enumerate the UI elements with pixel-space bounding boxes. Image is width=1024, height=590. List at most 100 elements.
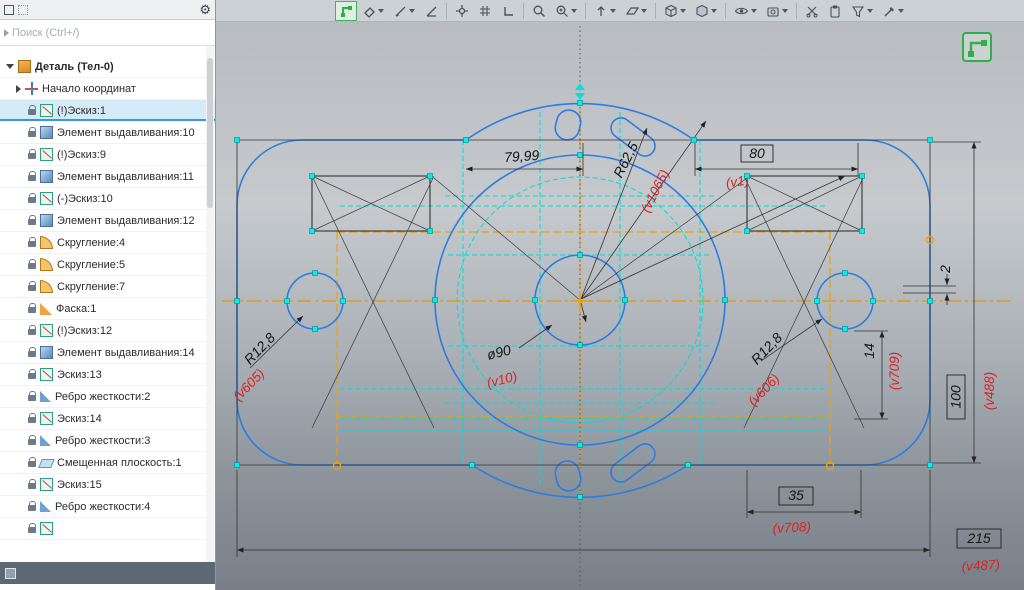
expand-icon[interactable] bbox=[16, 84, 21, 93]
tree-item-sketch10[interactable]: (-)Эскиз:10 bbox=[0, 188, 215, 210]
selection-handles[interactable] bbox=[234, 100, 933, 500]
chevron-right-icon[interactable] bbox=[4, 28, 9, 37]
zoom-button[interactable] bbox=[528, 1, 550, 21]
clipboard-button[interactable] bbox=[824, 1, 846, 21]
dim-2[interactable]: 2 bbox=[937, 265, 953, 274]
panel-layout-icon[interactable] bbox=[18, 4, 28, 15]
tree-item-part[interactable]: Деталь (Тел-0) bbox=[0, 56, 215, 78]
tree-item-extrude10[interactable]: Элемент выдавливания:10 bbox=[0, 122, 215, 144]
tree-item-sketch9[interactable]: (!)Эскиз:9 bbox=[0, 144, 215, 166]
dropdown-arrow-icon[interactable] bbox=[610, 8, 616, 13]
dim-dia90[interactable]: ø90 bbox=[485, 341, 512, 362]
zoom-area-button[interactable] bbox=[551, 1, 581, 21]
tree-item-sketch13[interactable]: Эскиз:13 bbox=[0, 364, 215, 386]
sketch-mode-indicator[interactable] bbox=[962, 32, 992, 62]
rib-icon bbox=[40, 391, 51, 402]
tree-item-fillet5[interactable]: Скругление:5 bbox=[0, 254, 215, 276]
filter-button[interactable] bbox=[847, 1, 877, 21]
top-handle-icon[interactable] bbox=[575, 83, 585, 100]
graphics-viewport[interactable]: 79,99 80 R62,5 R12,8 ø90 R12,8 2 14 100 … bbox=[216, 0, 1024, 590]
toolbar-separator bbox=[446, 2, 447, 19]
dropdown-arrow-icon[interactable] bbox=[751, 8, 757, 13]
toolbar-separator bbox=[523, 2, 524, 19]
sketch-icon bbox=[40, 192, 53, 205]
var-v605[interactable]: (v605) bbox=[230, 366, 267, 404]
tree-item-extrude14[interactable]: Элемент выдавливания:14 bbox=[0, 342, 215, 364]
sketch-mode-button[interactable] bbox=[335, 0, 357, 21]
lock-icon bbox=[28, 281, 36, 291]
dim-14[interactable]: 14 bbox=[861, 343, 877, 359]
lock-icon bbox=[28, 303, 36, 313]
dim-100[interactable]: 100 bbox=[948, 385, 964, 409]
dropdown-arrow-icon[interactable] bbox=[711, 8, 717, 13]
dropdown-arrow-icon[interactable] bbox=[571, 8, 577, 13]
dropdown-arrow-icon[interactable] bbox=[898, 8, 904, 13]
tree-item-rib4[interactable]: Ребро жесткости:4 bbox=[0, 496, 215, 518]
settings-gear-icon[interactable]: ⚙ bbox=[199, 3, 211, 16]
tree-item-sketch14[interactable]: Эскиз:14 bbox=[0, 408, 215, 430]
pen-style-button[interactable] bbox=[389, 1, 419, 21]
display-cube-button[interactable] bbox=[691, 1, 721, 21]
construction-cyan[interactable] bbox=[340, 112, 828, 488]
grid-button[interactable] bbox=[474, 1, 496, 21]
visibility-eye-button[interactable] bbox=[730, 1, 761, 21]
dropdown-arrow-icon[interactable] bbox=[867, 8, 873, 13]
tree-item-fillet7[interactable]: Скругление:7 bbox=[0, 276, 215, 298]
pocket-rectangles[interactable] bbox=[311, 175, 863, 232]
orient-button[interactable] bbox=[590, 1, 620, 21]
dropdown-arrow-icon[interactable] bbox=[782, 8, 788, 13]
tree-item-extrude11[interactable]: Элемент выдавливания:11 bbox=[0, 166, 215, 188]
dim-79-99[interactable]: 79,99 bbox=[504, 147, 540, 165]
var-v709[interactable]: (v709) bbox=[887, 352, 902, 390]
panel-view-icon[interactable] bbox=[4, 4, 14, 15]
sketch-canvas[interactable]: 79,99 80 R62,5 R12,8 ø90 R12,8 2 14 100 … bbox=[216, 22, 1024, 590]
variable-labels[interactable]: (v1065) (v1) (v605) (v10) (v606) (v709) … bbox=[230, 167, 1000, 574]
lock-icon bbox=[28, 435, 36, 445]
var-v606[interactable]: (v606) bbox=[745, 371, 782, 409]
dim-215[interactable]: 215 bbox=[966, 530, 991, 546]
tree-item-rib3[interactable]: Ребро жесткости:3 bbox=[0, 430, 215, 452]
sketch-icon bbox=[40, 368, 53, 381]
tree-item-offset-plane1[interactable]: Смещенная плоскость:1 bbox=[0, 452, 215, 474]
tree-item-rib2[interactable]: Ребро жесткости:2 bbox=[0, 386, 215, 408]
tree-item-sketch12[interactable]: (!)Эскиз:12 bbox=[0, 320, 215, 342]
bottom-panel-header[interactable] bbox=[0, 562, 215, 584]
tree-item-chamfer1[interactable]: Фаска:1 bbox=[0, 298, 215, 320]
eraser-button[interactable] bbox=[358, 1, 388, 21]
var-v1065[interactable]: (v1065) bbox=[638, 167, 672, 215]
dim-r12-8-left[interactable]: R12,8 bbox=[241, 329, 279, 367]
cut-section-button[interactable] bbox=[801, 1, 823, 21]
plane-view-button[interactable] bbox=[621, 1, 651, 21]
camera-button[interactable] bbox=[762, 1, 792, 21]
var-v488[interactable]: (v488) bbox=[982, 372, 997, 410]
dimension-lines[interactable] bbox=[236, 120, 981, 557]
tree-item-extrude12[interactable]: Элемент выдавливания:12 bbox=[0, 210, 215, 232]
dim-80[interactable]: 80 bbox=[749, 145, 765, 161]
dropdown-arrow-icon[interactable] bbox=[641, 8, 647, 13]
extrude-icon bbox=[40, 346, 53, 359]
picker-button[interactable] bbox=[878, 1, 908, 21]
tree-item-sketch1[interactable]: (!)Эскиз:1 bbox=[0, 100, 215, 122]
iso-cube-button[interactable] bbox=[660, 1, 690, 21]
var-v487[interactable]: (v487) bbox=[961, 557, 1000, 574]
snap-button[interactable] bbox=[451, 1, 473, 21]
angle-button[interactable] bbox=[420, 1, 442, 21]
tree-item-origin[interactable]: Начало координат bbox=[0, 78, 215, 100]
var-v10[interactable]: (v10) bbox=[485, 369, 518, 391]
tree-item-sketch15[interactable]: Эскиз:15 bbox=[0, 474, 215, 496]
dropdown-arrow-icon[interactable] bbox=[378, 8, 384, 13]
tree-scrollbar[interactable] bbox=[206, 46, 214, 562]
dropdown-arrow-icon[interactable] bbox=[409, 8, 415, 13]
dim-35[interactable]: 35 bbox=[788, 487, 804, 503]
corner-axes-button[interactable] bbox=[497, 1, 519, 21]
var-v708[interactable]: (v708) bbox=[772, 519, 811, 536]
scrollbar-thumb[interactable] bbox=[207, 58, 213, 208]
search-input[interactable] bbox=[12, 26, 211, 39]
collapse-icon[interactable] bbox=[6, 64, 14, 69]
extrude-icon bbox=[40, 214, 53, 227]
tree-item-partial[interactable] bbox=[0, 518, 215, 540]
toolbar-separator bbox=[725, 2, 726, 19]
dropdown-arrow-icon[interactable] bbox=[680, 8, 686, 13]
lock-icon bbox=[28, 237, 36, 247]
tree-item-fillet4[interactable]: Скругление:4 bbox=[0, 232, 215, 254]
